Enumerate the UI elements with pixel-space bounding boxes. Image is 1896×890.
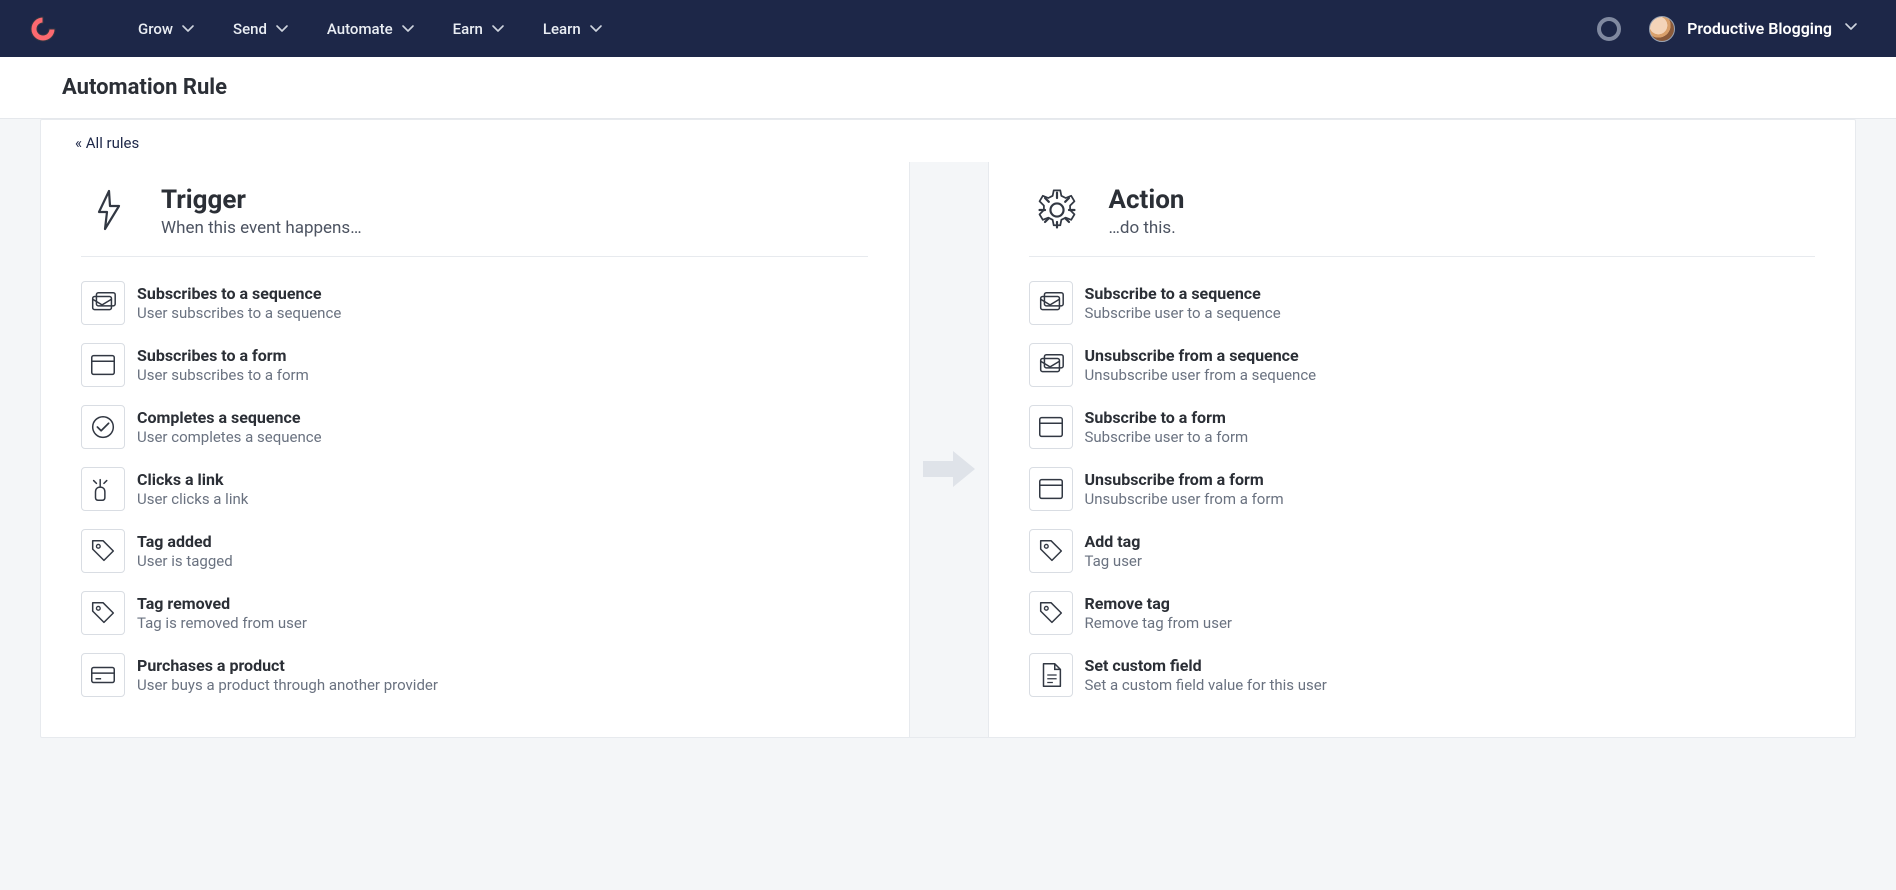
help-icon[interactable] bbox=[1597, 17, 1621, 41]
action-heading: Action bbox=[1109, 186, 1185, 216]
click-icon bbox=[81, 467, 125, 511]
nav-right: Productive Blogging bbox=[1597, 16, 1868, 42]
option-title: Subscribes to a form bbox=[137, 346, 309, 366]
option-desc: Tag is removed from user bbox=[137, 614, 307, 633]
nav-item-label: Automate bbox=[327, 20, 393, 38]
chevron-down-icon bbox=[181, 22, 195, 36]
action-options: Subscribe to a sequenceSubscribe user to… bbox=[1029, 281, 1816, 697]
option-desc: Unsubscribe user from a sequence bbox=[1085, 366, 1317, 385]
chevron-down-icon bbox=[1844, 20, 1858, 38]
option-desc: User is tagged bbox=[137, 552, 233, 571]
trigger-option[interactable]: Purchases a productUser buys a product t… bbox=[81, 653, 868, 697]
option-title: Subscribes to a sequence bbox=[137, 284, 341, 304]
option-desc: Unsubscribe user from a form bbox=[1085, 490, 1284, 509]
action-option[interactable]: Unsubscribe from a sequenceUnsubscribe u… bbox=[1029, 343, 1816, 387]
option-title: Purchases a product bbox=[137, 656, 438, 676]
nav-item-grow[interactable]: Grow bbox=[124, 14, 209, 44]
tag-icon bbox=[1029, 529, 1073, 573]
option-desc: Set a custom field value for this user bbox=[1085, 676, 1327, 695]
option-title: Subscribe to a sequence bbox=[1085, 284, 1281, 304]
option-desc: Subscribe user to a sequence bbox=[1085, 304, 1281, 323]
option-desc: User subscribes to a sequence bbox=[137, 304, 341, 323]
tag-icon bbox=[81, 529, 125, 573]
option-title: Set custom field bbox=[1085, 656, 1327, 676]
nav-item-label: Send bbox=[233, 20, 267, 38]
trigger-option[interactable]: Clicks a linkUser clicks a link bbox=[81, 467, 868, 511]
subheader: Automation Rule bbox=[0, 57, 1896, 119]
back-link[interactable]: « All rules bbox=[75, 134, 139, 152]
tag-icon bbox=[1029, 591, 1073, 635]
sequence-icon bbox=[81, 281, 125, 325]
account-name: Productive Blogging bbox=[1687, 19, 1832, 38]
chevron-down-icon bbox=[589, 22, 603, 36]
trigger-panel: Trigger When this event happens… Subscri… bbox=[41, 162, 909, 737]
action-header: Action …do this. bbox=[1029, 162, 1816, 257]
nav-item-learn[interactable]: Learn bbox=[529, 14, 617, 44]
option-title: Unsubscribe from a sequence bbox=[1085, 346, 1317, 366]
account-menu[interactable]: Productive Blogging bbox=[1649, 16, 1868, 42]
trigger-option[interactable]: Completes a sequenceUser completes a seq… bbox=[81, 405, 868, 449]
top-nav: Grow Send Automate Earn Learn Productive… bbox=[0, 0, 1896, 57]
form-icon bbox=[1029, 405, 1073, 449]
avatar bbox=[1649, 16, 1675, 42]
action-option[interactable]: Add tagTag user bbox=[1029, 529, 1816, 573]
action-option[interactable]: Remove tagRemove tag from user bbox=[1029, 591, 1816, 635]
nav-item-label: Learn bbox=[543, 20, 581, 38]
action-subheading: …do this. bbox=[1109, 218, 1185, 238]
action-option[interactable]: Set custom fieldSet a custom field value… bbox=[1029, 653, 1816, 697]
nav-items: Grow Send Automate Earn Learn bbox=[124, 14, 617, 44]
option-title: Add tag bbox=[1085, 532, 1142, 552]
flow-gap bbox=[909, 162, 989, 737]
sequence-icon bbox=[1029, 281, 1073, 325]
form-icon bbox=[1029, 467, 1073, 511]
action-panel: Action …do this. Subscribe to a sequence… bbox=[989, 162, 1856, 737]
option-title: Tag added bbox=[137, 532, 233, 552]
option-desc: Tag user bbox=[1085, 552, 1142, 571]
tag-icon bbox=[81, 591, 125, 635]
option-title: Completes a sequence bbox=[137, 408, 322, 428]
option-title: Unsubscribe from a form bbox=[1085, 470, 1284, 490]
option-desc: Subscribe user to a form bbox=[1085, 428, 1249, 447]
option-desc: User buys a product through another prov… bbox=[137, 676, 438, 695]
option-title: Subscribe to a form bbox=[1085, 408, 1249, 428]
trigger-heading: Trigger bbox=[161, 186, 362, 216]
sequence-icon bbox=[1029, 343, 1073, 387]
chevron-down-icon bbox=[401, 22, 415, 36]
option-desc: User completes a sequence bbox=[137, 428, 322, 447]
option-desc: User clicks a link bbox=[137, 490, 248, 509]
nav-item-label: Grow bbox=[138, 20, 173, 38]
trigger-option[interactable]: Subscribes to a formUser subscribes to a… bbox=[81, 343, 868, 387]
nav-item-automate[interactable]: Automate bbox=[313, 14, 429, 44]
nav-item-label: Earn bbox=[453, 20, 483, 38]
option-desc: User subscribes to a form bbox=[137, 366, 309, 385]
complete-icon bbox=[81, 405, 125, 449]
trigger-option[interactable]: Subscribes to a sequenceUser subscribes … bbox=[81, 281, 868, 325]
page-title: Automation Rule bbox=[62, 75, 1834, 100]
nav-item-send[interactable]: Send bbox=[219, 14, 303, 44]
trigger-option[interactable]: Tag addedUser is tagged bbox=[81, 529, 868, 573]
option-title: Remove tag bbox=[1085, 594, 1232, 614]
card-icon bbox=[81, 653, 125, 697]
chevron-down-icon bbox=[275, 22, 289, 36]
rule-card: « All rules Trigger When this event happ… bbox=[40, 119, 1856, 738]
chevron-down-icon bbox=[491, 22, 505, 36]
nav-item-earn[interactable]: Earn bbox=[439, 14, 519, 44]
form-icon bbox=[81, 343, 125, 387]
action-option[interactable]: Subscribe to a formSubscribe user to a f… bbox=[1029, 405, 1816, 449]
logo[interactable] bbox=[28, 14, 84, 44]
trigger-options: Subscribes to a sequenceUser subscribes … bbox=[81, 281, 868, 697]
trigger-option[interactable]: Tag removedTag is removed from user bbox=[81, 591, 868, 635]
action-option[interactable]: Unsubscribe from a formUnsubscribe user … bbox=[1029, 467, 1816, 511]
arrow-right-icon bbox=[921, 449, 977, 489]
bolt-icon bbox=[81, 186, 137, 234]
option-title: Tag removed bbox=[137, 594, 307, 614]
gear-icon bbox=[1029, 186, 1085, 234]
option-title: Clicks a link bbox=[137, 470, 248, 490]
trigger-header: Trigger When this event happens… bbox=[81, 162, 868, 257]
option-desc: Remove tag from user bbox=[1085, 614, 1232, 633]
trigger-subheading: When this event happens… bbox=[161, 218, 362, 238]
content: « All rules Trigger When this event happ… bbox=[0, 119, 1896, 778]
file-icon bbox=[1029, 653, 1073, 697]
action-option[interactable]: Subscribe to a sequenceSubscribe user to… bbox=[1029, 281, 1816, 325]
